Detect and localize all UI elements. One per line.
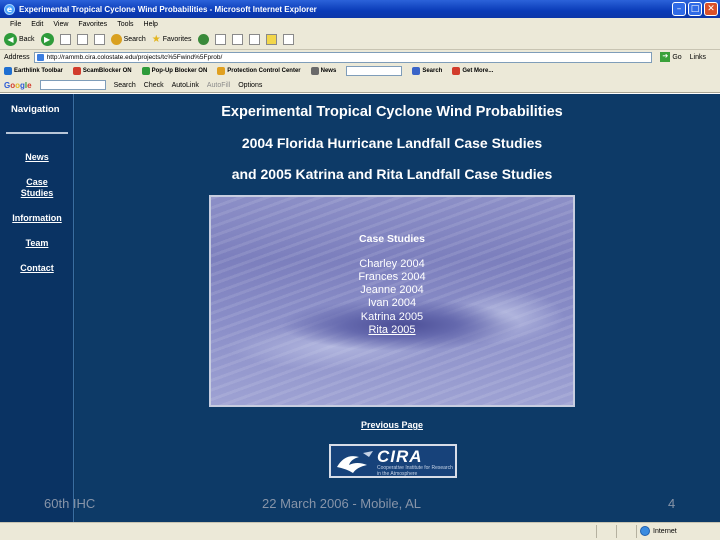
menu-view[interactable]: View xyxy=(53,21,68,28)
close-button[interactable]: ✕ xyxy=(704,2,718,16)
nav-link-contact[interactable]: Contact xyxy=(0,263,74,274)
protection-control-center-button[interactable]: Protection Control Center xyxy=(217,67,301,75)
popup-blocker-icon xyxy=(141,67,150,75)
page-subtitle-2004: 2004 Florida Hurricane Landfall Case Stu… xyxy=(241,135,543,151)
get-more-icon xyxy=(452,67,461,75)
cira-subtitle: Cooperative Institute for Research in th… xyxy=(377,465,453,477)
earthlink-toolbar-button[interactable]: Earthlink Toolbar xyxy=(4,67,63,75)
toolbar-search-button[interactable]: Search xyxy=(412,67,442,75)
search-button[interactable]: Search xyxy=(110,34,146,45)
navigation-heading: Navigation xyxy=(11,104,60,115)
status-bar: Internet xyxy=(0,522,720,540)
folder-icon[interactable] xyxy=(265,34,277,45)
address-bar: Address http://rammb.cira.colostate.edu/… xyxy=(0,50,720,64)
storm-jeanne-2004[interactable]: Jeanne 2004 xyxy=(211,284,573,297)
nav-link-information[interactable]: Information xyxy=(0,213,74,224)
google-logo: Google xyxy=(4,80,32,90)
title-bar: e Experimental Tropical Cyclone Wind Pro… xyxy=(0,0,720,18)
navigation-divider xyxy=(6,132,68,134)
page-content: Navigation News Case Studies Information… xyxy=(0,94,720,522)
messenger-icon[interactable] xyxy=(282,34,294,45)
menu-bar: File Edit View Favorites Tools Help xyxy=(0,18,720,30)
news-icon xyxy=(310,67,319,75)
get-more-button[interactable]: Get More... xyxy=(452,67,493,75)
links-label[interactable]: Links xyxy=(690,54,706,61)
refresh-icon[interactable] xyxy=(76,34,88,45)
scamblocker-button[interactable]: ScamBlocker ON xyxy=(72,67,132,75)
menu-help[interactable]: Help xyxy=(144,21,158,28)
main-panel: Experimental Tropical Cyclone Wind Proba… xyxy=(75,94,720,522)
back-button[interactable]: ◀ Back xyxy=(4,33,35,46)
toolbar-search-input[interactable] xyxy=(346,66,403,76)
navigation-sidebar: Navigation News Case Studies Information… xyxy=(0,94,74,522)
home-icon[interactable] xyxy=(93,34,105,45)
case-studies-title: Case Studies xyxy=(359,233,425,245)
google-autolink-button[interactable]: AutoLink xyxy=(172,82,199,89)
search-icon xyxy=(110,34,122,45)
nav-link-team[interactable]: Team xyxy=(0,238,74,249)
mail-icon[interactable] xyxy=(214,34,226,45)
zone-label: Internet xyxy=(653,527,677,535)
storm-charley-2004[interactable]: Charley 2004 xyxy=(211,258,573,271)
google-search-button[interactable]: Search xyxy=(114,82,136,89)
popup-blocker-button[interactable]: Pop-Up Blocker ON xyxy=(141,67,207,75)
address-url: http://rammb.cira.colostate.edu/projects… xyxy=(46,53,223,61)
magnifier-icon xyxy=(412,67,421,75)
cira-swirl-icon xyxy=(337,451,373,473)
scamblocker-icon xyxy=(72,67,81,75)
standard-toolbar: ◀ Back ▶ Search ★ Favorites xyxy=(0,30,720,50)
print-icon[interactable] xyxy=(231,34,243,45)
previous-page-link[interactable]: Previous Page xyxy=(75,420,709,430)
stop-icon[interactable] xyxy=(59,34,71,45)
page-icon xyxy=(36,53,44,61)
star-icon: ★ xyxy=(151,34,161,45)
page-title: Experimental Tropical Cyclone Wind Proba… xyxy=(221,104,563,120)
nav-link-case-studies[interactable]: Case Studies xyxy=(0,177,74,199)
forward-arrow-icon: ▶ xyxy=(40,33,54,46)
maximize-button[interactable]: □ xyxy=(688,2,702,16)
cira-logo[interactable]: CIRA Cooperative Institute for Research … xyxy=(329,444,457,478)
storm-ivan-2004[interactable]: Ivan 2004 xyxy=(211,297,573,310)
window-title: Experimental Tropical Cyclone Wind Proba… xyxy=(19,4,317,14)
globe-icon xyxy=(640,526,650,536)
storm-rita-2005[interactable]: Rita 2005 xyxy=(211,324,573,337)
back-arrow-icon: ◀ xyxy=(4,33,17,46)
google-toolbar: Google Search Check AutoLink AutoFill Op… xyxy=(0,78,720,93)
browser-window: e Experimental Tropical Cyclone Wind Pro… xyxy=(0,0,720,540)
go-button[interactable]: ➔ Go Links xyxy=(660,52,706,62)
links-toolbar: Earthlink Toolbar ScamBlocker ON Pop-Up … xyxy=(0,64,720,78)
edit-icon[interactable] xyxy=(248,34,260,45)
menu-file[interactable]: File xyxy=(10,21,21,28)
security-zone: Internet xyxy=(640,526,677,536)
nav-link-news[interactable]: News xyxy=(0,152,74,163)
minimize-button[interactable]: – xyxy=(672,2,686,16)
go-arrow-icon: ➔ xyxy=(660,52,671,62)
internet-explorer-icon: e xyxy=(4,3,15,15)
menu-favorites[interactable]: Favorites xyxy=(78,21,107,28)
slide-footer-conference: 60th IHC xyxy=(44,496,96,511)
cira-wordmark: CIRA xyxy=(377,447,423,466)
forward-button[interactable]: ▶ xyxy=(40,33,54,46)
menu-edit[interactable]: Edit xyxy=(31,21,43,28)
slide-footer-date-location: 22 March 2006 - Mobile, AL xyxy=(262,496,421,511)
google-autofill-button[interactable]: AutoFill xyxy=(207,82,230,89)
favorites-button[interactable]: ★ Favorites xyxy=(152,34,192,45)
menu-tools[interactable]: Tools xyxy=(117,21,133,28)
google-options-button[interactable]: Options xyxy=(238,82,262,89)
slide-page-number: 4 xyxy=(668,496,676,511)
satellite-cloud-image: Case Studies Charley 2004 Frances 2004 J… xyxy=(209,195,575,407)
media-icon[interactable] xyxy=(197,34,209,45)
address-label: Address xyxy=(4,53,30,61)
google-search-input[interactable] xyxy=(39,80,106,90)
news-button[interactable]: News xyxy=(310,67,336,75)
shield-icon xyxy=(217,67,226,75)
storm-frances-2004[interactable]: Frances 2004 xyxy=(211,271,573,284)
page-subtitle-2005: and 2005 Katrina and Rita Landfall Case … xyxy=(231,166,553,182)
address-input[interactable]: http://rammb.cira.colostate.edu/projects… xyxy=(33,51,653,63)
earthlink-icon xyxy=(4,67,12,75)
google-check-button[interactable]: Check xyxy=(144,82,164,89)
storm-katrina-2005[interactable]: Katrina 2005 xyxy=(211,311,573,324)
